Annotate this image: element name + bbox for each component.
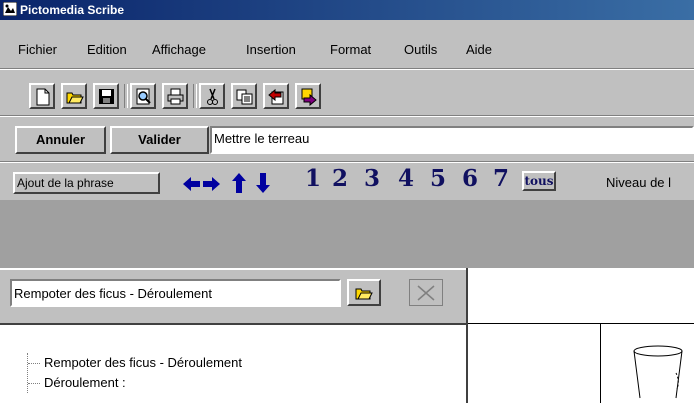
toolbar-separator (193, 84, 197, 108)
print-preview-icon (136, 88, 151, 105)
menu-outils[interactable]: Outils (404, 42, 437, 57)
window-title: Pictomedia Scribe (20, 3, 125, 17)
level-1-button[interactable]: 1 (305, 167, 321, 190)
tree-item-deroulement[interactable]: Déroulement : (44, 375, 126, 390)
title-bar: Pictomedia Scribe (0, 0, 694, 20)
level-all-button[interactable]: tous (522, 171, 556, 191)
save-icon (99, 89, 114, 104)
close-icon (417, 285, 435, 301)
copy-icon (236, 89, 253, 105)
undo-icon (268, 88, 284, 105)
preview-panel (466, 268, 694, 403)
toolbar-divider (0, 115, 694, 117)
print-icon (167, 88, 184, 105)
tree-branch (28, 363, 40, 364)
new-file-button[interactable] (29, 83, 55, 109)
document-title-field[interactable]: Rempoter des ficus - Déroulement (10, 279, 341, 307)
arrow-right-icon[interactable] (202, 177, 220, 191)
level-2-button[interactable]: 2 (332, 167, 348, 190)
toolbar-separator (124, 84, 128, 108)
tree-branch (28, 383, 40, 384)
arrow-up-icon[interactable] (232, 173, 246, 193)
redo-icon (301, 88, 317, 106)
sentence-input[interactable]: Mettre le terreau (210, 126, 694, 154)
open-button[interactable] (61, 83, 87, 109)
level-4-button[interactable]: 4 (398, 167, 414, 190)
menu-affichage[interactable]: Affichage (152, 42, 206, 57)
redo-button[interactable] (295, 83, 321, 109)
menu-format[interactable]: Format (330, 42, 371, 57)
cut-button[interactable] (199, 83, 225, 109)
menu-fichier[interactable]: Fichier (18, 42, 57, 57)
tree-item-root[interactable]: Rempoter des ficus - Déroulement (44, 355, 242, 370)
menu-insertion[interactable]: Insertion (246, 42, 296, 57)
open-document-button[interactable] (347, 279, 381, 306)
preview-divider (468, 323, 694, 324)
flowerpot-image (633, 345, 683, 399)
menu-aide[interactable]: Aide (466, 42, 492, 57)
validate-button[interactable]: Valider (110, 126, 209, 154)
level-5-button[interactable]: 5 (430, 167, 446, 190)
level-3-button[interactable]: 3 (364, 167, 380, 190)
copy-button[interactable] (231, 83, 257, 109)
level-label: Niveau de l (606, 175, 672, 190)
print-preview-button[interactable] (130, 83, 156, 109)
tree-view: Rempoter des ficus - Déroulement Déroule… (0, 323, 466, 403)
close-document-button[interactable] (409, 279, 443, 306)
menu-divider (0, 68, 694, 70)
cancel-button[interactable]: Annuler (15, 126, 106, 154)
cut-icon (207, 88, 218, 105)
level-6-button[interactable]: 6 (462, 167, 478, 190)
open-folder-icon (66, 92, 84, 104)
edit-divider (0, 161, 694, 163)
tree-connector (27, 353, 28, 393)
new-file-icon (36, 88, 50, 106)
arrow-down-icon[interactable] (256, 173, 270, 193)
arrow-left-icon[interactable] (183, 177, 201, 191)
menu-bar: Fichier Edition Affichage Insertion Form… (0, 39, 694, 61)
save-button[interactable] (93, 83, 119, 109)
app-icon (3, 2, 17, 16)
level-7-button[interactable]: 7 (493, 167, 509, 190)
open-folder-icon (355, 288, 373, 300)
undo-button[interactable] (263, 83, 289, 109)
workspace-band (0, 200, 694, 268)
menu-edition[interactable]: Edition (87, 42, 127, 57)
print-button[interactable] (162, 83, 188, 109)
add-phrase-button[interactable]: Ajout de la phrase (13, 172, 160, 194)
preview-cell-divider (600, 323, 601, 403)
